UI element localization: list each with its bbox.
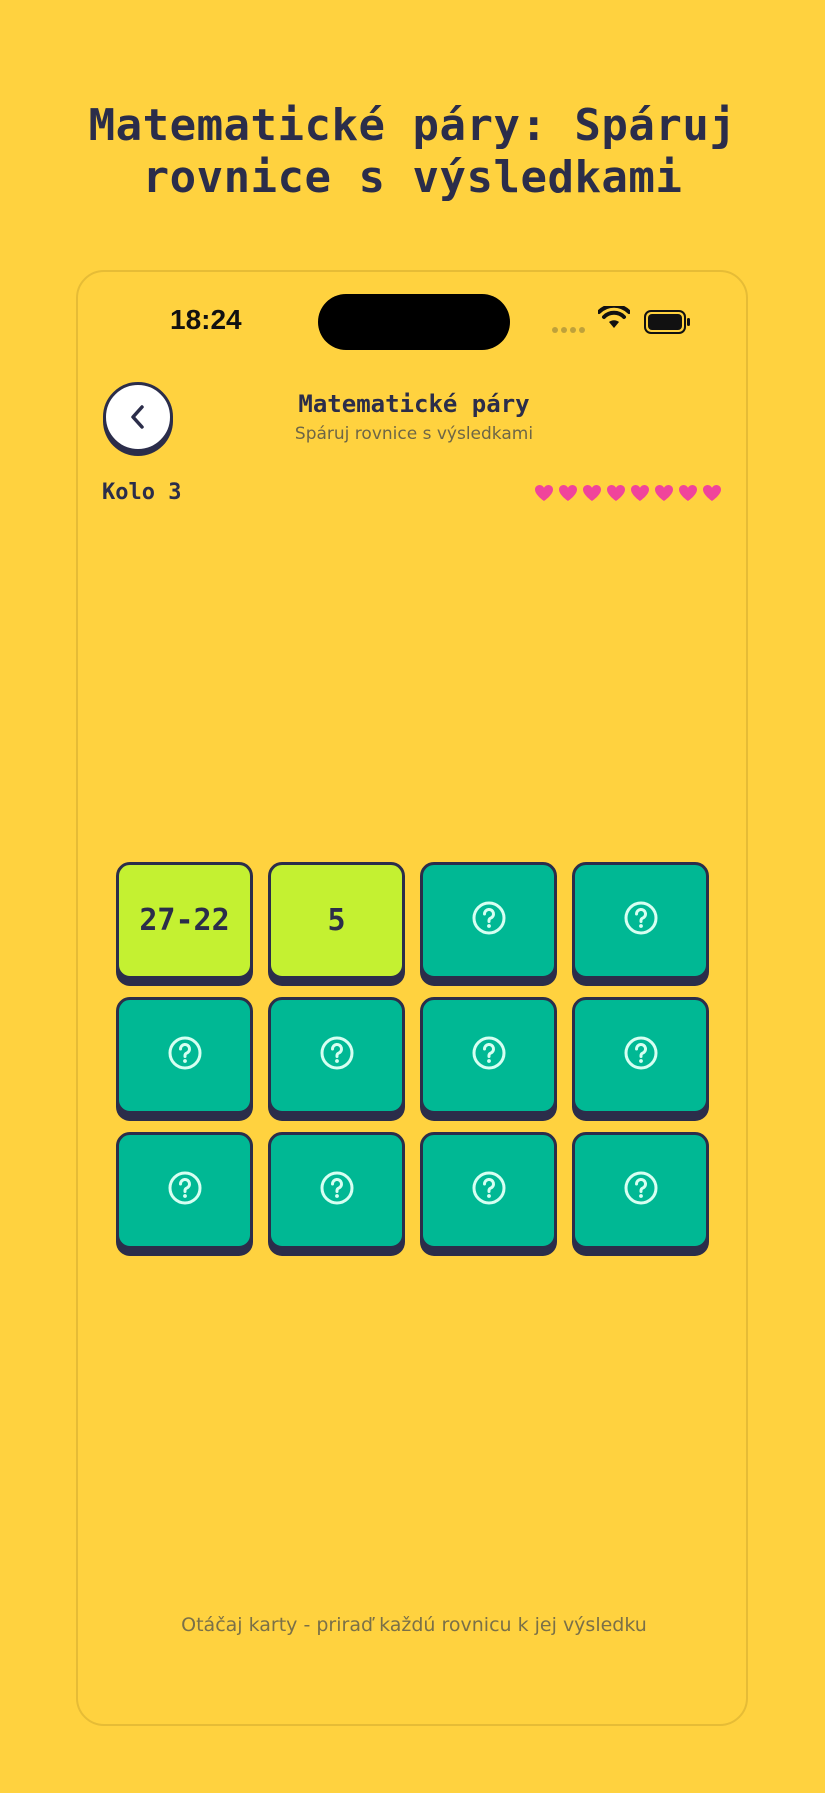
card-hidden[interactable] <box>572 1132 709 1249</box>
card-hidden[interactable] <box>420 1132 557 1249</box>
question-icon <box>623 1170 659 1211</box>
header-subtitle: Spáruj rovnice s výsledkami <box>294 424 534 444</box>
card-hidden[interactable] <box>268 997 405 1114</box>
heart-icon <box>702 484 722 507</box>
round-label: Kolo 3 <box>102 480 182 505</box>
card-hidden[interactable] <box>420 997 557 1114</box>
card-revealed[interactable]: 27-22 <box>116 862 253 979</box>
question-icon <box>319 1035 355 1076</box>
status-icons <box>552 306 692 336</box>
heart-icon <box>654 484 674 507</box>
card-value: 5 <box>327 903 346 938</box>
lives-indicator <box>534 484 722 507</box>
question-icon <box>471 1170 507 1211</box>
dynamic-island <box>318 294 510 350</box>
question-icon <box>471 1035 507 1076</box>
heart-icon <box>678 484 698 507</box>
question-icon <box>319 1170 355 1211</box>
card-grid: 27-22 5 <box>116 862 709 1256</box>
question-icon <box>623 1035 659 1076</box>
heart-icon <box>534 484 554 507</box>
page-title-line1: Matematické páry: Spáruj <box>88 100 737 151</box>
card-revealed[interactable]: 5 <box>268 862 405 979</box>
question-icon <box>623 900 659 941</box>
hint-text: Otáčaj karty - priraď každú rovnicu k je… <box>181 1614 647 1636</box>
battery-icon <box>644 310 690 334</box>
card-hidden[interactable] <box>572 862 709 979</box>
wifi-icon <box>598 306 630 328</box>
heart-icon <box>582 484 602 507</box>
card-hidden[interactable] <box>420 862 557 979</box>
card-hidden[interactable] <box>268 1132 405 1249</box>
card-hidden[interactable] <box>572 997 709 1114</box>
header-title: Matematické páry <box>298 390 530 418</box>
card-hidden[interactable] <box>116 1132 253 1249</box>
heart-icon <box>558 484 578 507</box>
page-title-line2: rovnice s výsledkami <box>142 152 683 203</box>
status-time: 18:24 <box>170 304 242 335</box>
question-icon <box>167 1170 203 1211</box>
phone-frame: 18:24 Matematické páry Spáruj rovnice s … <box>76 270 748 1726</box>
question-icon <box>167 1035 203 1076</box>
signal-icon <box>552 320 588 338</box>
card-hidden[interactable] <box>116 997 253 1114</box>
card-value: 27-22 <box>139 903 230 938</box>
question-icon <box>471 900 507 941</box>
heart-icon <box>630 484 650 507</box>
heart-icon <box>606 484 626 507</box>
page-title: Matematické páry: Spáruj rovnice s výsle… <box>0 100 825 204</box>
